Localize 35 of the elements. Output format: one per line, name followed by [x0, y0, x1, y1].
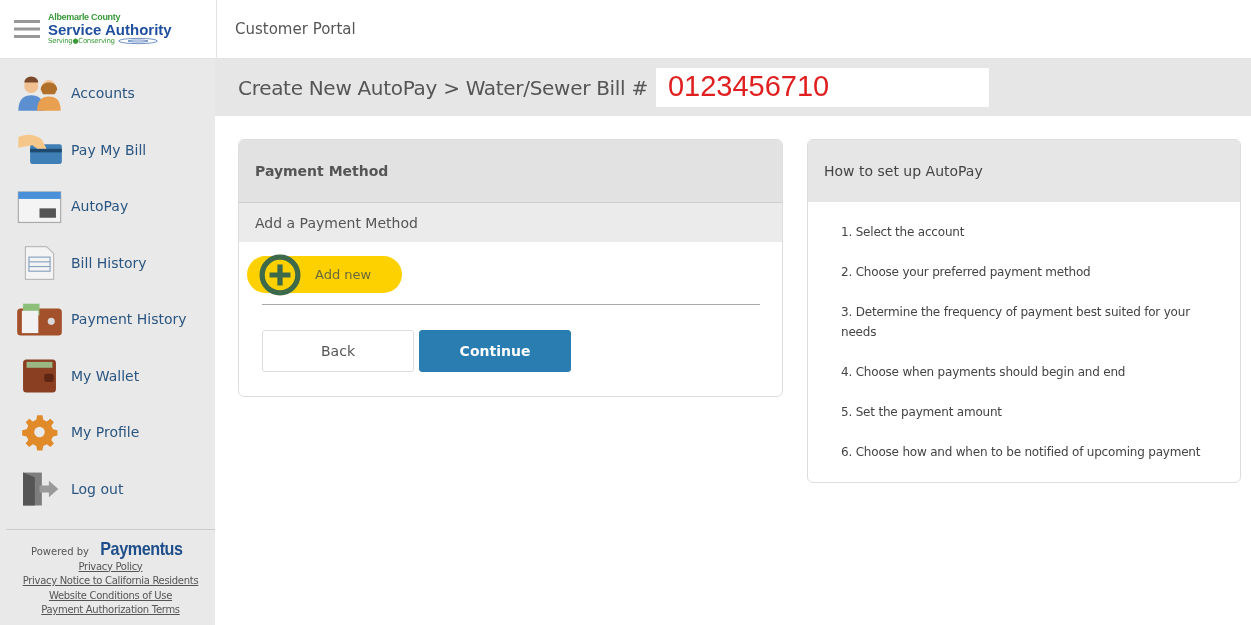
- step-text: 1. Select the account: [841, 224, 966, 241]
- logo-text: Service Authority: [48, 22, 172, 37]
- add-new-button[interactable]: Add new: [247, 256, 402, 293]
- card-title: How to set up AutoPay: [808, 140, 1240, 202]
- nav-item[interactable]: Payment History: [6, 291, 215, 348]
- card-title: Payment Method: [239, 140, 782, 203]
- menu-icon[interactable]: [14, 19, 40, 39]
- nav-item[interactable]: Pay My Bill: [6, 121, 215, 178]
- back-button[interactable]: Back: [262, 330, 414, 372]
- nav-item[interactable]: My Wallet: [6, 347, 215, 404]
- logo-text: Albemarle County: [48, 13, 122, 22]
- step-text: 5. Set the payment amount: [841, 404, 1003, 421]
- nav-item[interactable]: AutoPay: [6, 178, 215, 235]
- account-number: 0123456710: [655, 68, 990, 107]
- powered-by-text: Powered by: [31, 545, 90, 559]
- footer-link[interactable]: Payment Authorization Terms: [41, 603, 180, 618]
- people-icon: [16, 74, 63, 113]
- page-title: Create New AutoPay > Water/Sewer Bill #: [238, 75, 648, 100]
- nav-item[interactable]: Bill History: [6, 234, 215, 291]
- step-text: 6. Choose how and when to be notified of upcoming payment: [841, 444, 1202, 461]
- footer-link[interactable]: Privacy Policy: [78, 559, 143, 574]
- plus-icon: [259, 253, 301, 296]
- nav-item[interactable]: My Profile: [6, 404, 215, 461]
- brand-logo: Paymentus: [100, 542, 183, 557]
- card-subtitle: Add a Payment Method: [239, 203, 782, 242]
- step-text: 3. Determine the frequency of payment best suited for your needs: [841, 304, 1192, 341]
- swoosh-icon: [117, 37, 158, 45]
- footer-link[interactable]: Website Conditions of Use: [48, 588, 173, 603]
- step-text: 2. Choose your preferred payment method: [841, 264, 1092, 281]
- continue-button[interactable]: Continue: [419, 330, 571, 372]
- nav-item[interactable]: Accounts: [6, 65, 215, 122]
- portal-title: Customer Portal: [234, 20, 356, 38]
- nav-item[interactable]: Log out: [6, 460, 215, 517]
- footer-link[interactable]: Privacy Notice to California Residents: [22, 574, 199, 589]
- step-text: 4. Choose when payments should begin and end: [841, 364, 1127, 381]
